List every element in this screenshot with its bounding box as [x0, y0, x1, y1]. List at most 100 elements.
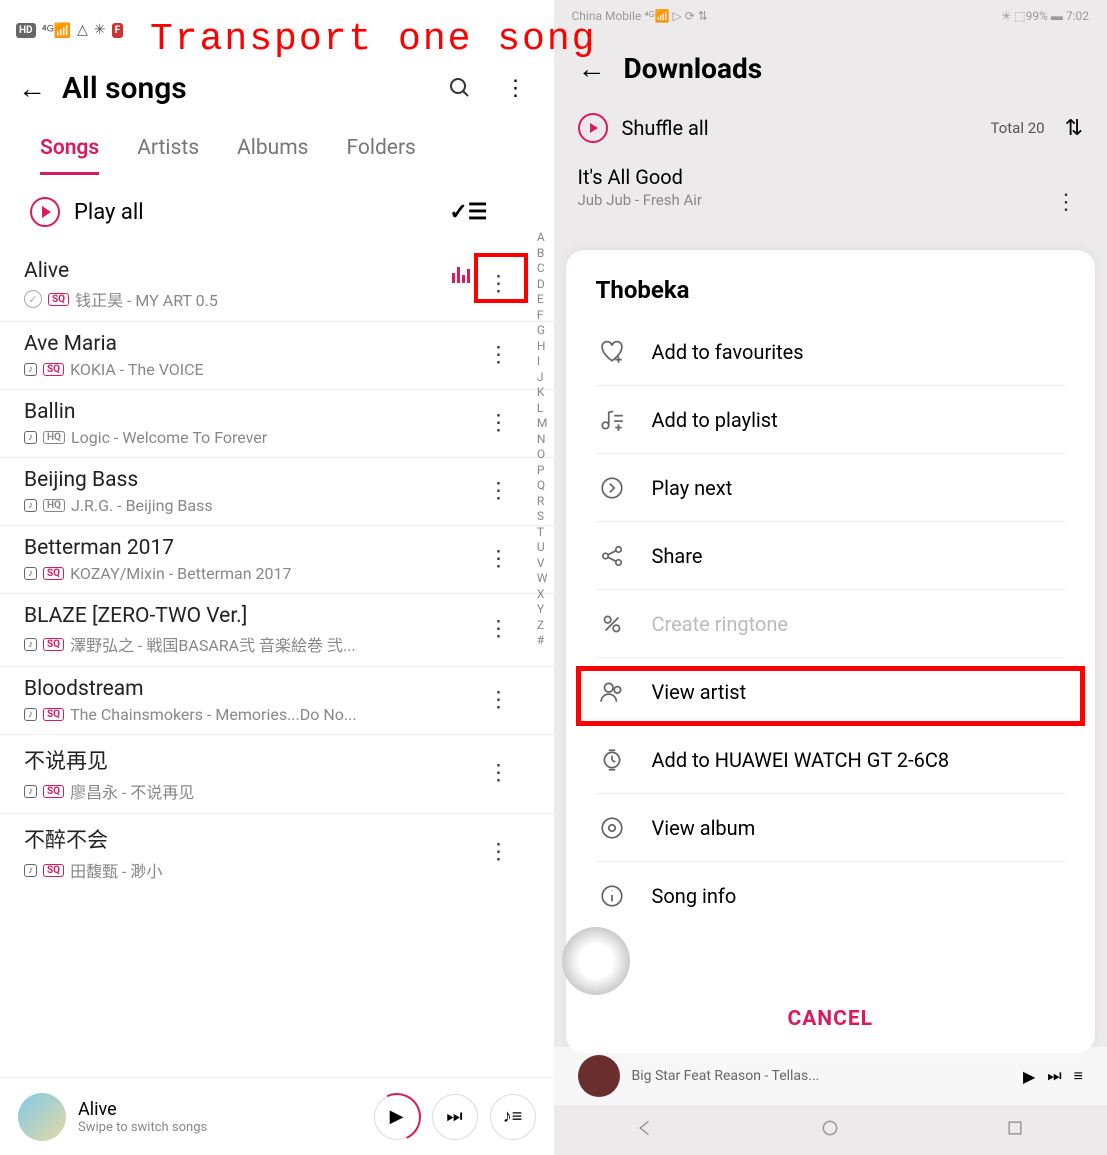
bg-song-more-icon[interactable]: ⋮ — [1055, 200, 1077, 207]
alpha-letter[interactable]: # — [537, 633, 548, 647]
alpha-letter[interactable]: Z — [537, 618, 548, 632]
sheet-item-watch[interactable]: Add to HUAWEI WATCH GT 2-6C8 — [596, 726, 1066, 794]
alpha-letter[interactable]: J — [537, 370, 548, 384]
now-playing-info: Alive Swipe to switch songs — [78, 1099, 362, 1135]
alpha-letter[interactable]: V — [537, 556, 548, 570]
tab-albums[interactable]: Albums — [237, 136, 308, 175]
alpha-letter[interactable]: K — [537, 385, 548, 399]
song-title: Ave Maria — [24, 332, 480, 356]
cancel-button[interactable]: CANCEL — [566, 985, 1096, 1053]
song-more-icon[interactable]: ⋮ — [488, 627, 510, 634]
signal-icon: ⁴ᴳ📶 — [42, 22, 72, 39]
sheet-item-ringtone: Create ringtone — [596, 590, 1066, 658]
sheet-item-playnext[interactable]: Play next — [596, 454, 1066, 522]
sd-badge: ♪ — [24, 864, 37, 877]
page-title: All songs — [62, 71, 187, 106]
next-button[interactable]: ⏭ — [432, 1094, 478, 1140]
alpha-letter[interactable]: G — [537, 323, 548, 337]
playlist-icon — [596, 404, 628, 436]
bg-song: It's All Good Jub Jub - Fresh Air — [554, 151, 1107, 229]
sd-badge: ♪ — [24, 499, 37, 512]
alpha-letter[interactable]: E — [537, 292, 548, 306]
song-more-icon[interactable]: ⋮ — [488, 771, 510, 778]
mini-player[interactable]: Big Star Feat Reason - Tellas... ▶ ⏭ ≡ — [554, 1047, 1107, 1105]
shuffle-play-icon[interactable] — [578, 113, 608, 143]
song-row[interactable]: 不醉不会 ♪ SQ 田馥甄 - 渺小 ⋮ — [0, 814, 554, 892]
mini-next-icon[interactable]: ⏭ — [1047, 1066, 1061, 1086]
song-row[interactable]: Ave Maria ♪ SQ KOKIA - The VOICE ⋮ — [0, 322, 554, 390]
song-row[interactable]: 不说再见 ♪ SQ 廖昌永 - 不说再见 ⋮ — [0, 735, 554, 814]
alpha-letter[interactable]: C — [537, 261, 548, 275]
song-more-icon[interactable]: ⋮ — [488, 352, 510, 359]
heart-icon — [596, 336, 628, 368]
song-more-icon[interactable]: ⋮ — [488, 488, 510, 495]
sheet-item-album[interactable]: View album — [596, 794, 1066, 862]
sheet-item-share[interactable]: Share — [596, 522, 1066, 590]
tab-folders[interactable]: Folders — [346, 136, 415, 175]
queue-button[interactable]: ♪≡ — [490, 1094, 536, 1140]
tabs: Songs Artists Albums Folders — [0, 116, 554, 175]
song-row[interactable]: Alive ✓ SQ 钱正昊 - MY ART 0.5 ⋮ — [0, 249, 554, 322]
song-title: BLAZE [ZERO-TWO Ver.] — [24, 604, 480, 628]
sheet-item-heart[interactable]: Add to favourites — [596, 318, 1066, 386]
song-title: Bloodstream — [24, 677, 480, 701]
now-playing-bar[interactable]: Alive Swipe to switch songs ▶ ⏭ ♪≡ — [0, 1077, 554, 1155]
alpha-letter[interactable]: X — [537, 587, 548, 601]
alpha-letter[interactable]: T — [537, 525, 548, 539]
now-playing-art — [18, 1093, 66, 1141]
shuffle-row[interactable]: Shuffle all Total 20 ⇅ — [554, 105, 1107, 151]
song-row[interactable]: Betterman 2017 ♪ SQ KOZAY/Mixin - Better… — [0, 526, 554, 594]
alpha-letter[interactable]: O — [537, 447, 548, 461]
nav-back-icon[interactable] — [636, 1118, 656, 1142]
play-icon[interactable] — [30, 197, 60, 227]
alpha-letter[interactable]: I — [537, 354, 548, 368]
alpha-letter[interactable]: L — [537, 401, 548, 415]
more-icon[interactable]: ⋮ — [496, 68, 536, 108]
alpha-letter[interactable]: R — [537, 494, 548, 508]
alpha-letter[interactable]: A — [537, 230, 548, 244]
verified-icon: ✓ — [24, 290, 42, 308]
tab-songs[interactable]: Songs — [40, 136, 99, 175]
time-label: 7:02 — [1066, 9, 1089, 23]
nav-recent-icon[interactable] — [1005, 1118, 1025, 1142]
alpha-letter[interactable]: N — [537, 432, 548, 446]
sheet-item-playlist[interactable]: Add to playlist — [596, 386, 1066, 454]
alpha-letter[interactable]: H — [537, 339, 548, 353]
song-row[interactable]: Bloodstream ♪ SQ The Chainsmokers - Memo… — [0, 667, 554, 735]
virtual-home-button[interactable] — [562, 927, 630, 995]
alpha-letter[interactable]: S — [537, 509, 548, 523]
alpha-letter[interactable]: Y — [537, 602, 548, 616]
back-icon[interactable]: ← — [18, 72, 46, 105]
alpha-letter[interactable]: F — [537, 308, 548, 322]
search-icon[interactable] — [440, 68, 480, 108]
alpha-letter[interactable]: W — [537, 571, 548, 585]
mini-play-icon[interactable]: ▶ — [1023, 1067, 1035, 1086]
alpha-letter[interactable]: B — [537, 246, 548, 260]
sd-badge: ♪ — [24, 638, 37, 651]
song-row[interactable]: BLAZE [ZERO-TWO Ver.] ♪ SQ 澤野弘之 - 戦国BASA… — [0, 594, 554, 667]
play-button[interactable]: ▶ — [374, 1094, 420, 1140]
info-icon — [596, 880, 628, 912]
alpha-letter[interactable]: Q — [537, 478, 548, 492]
alpha-letter[interactable]: M — [537, 416, 548, 430]
play-all-row[interactable]: Play all ✓☰ — [0, 175, 554, 249]
sd-badge: ♪ — [24, 567, 37, 580]
song-row[interactable]: Ballin ♪ HQ Logic - Welcome To Forever ⋮ — [0, 390, 554, 458]
alpha-index[interactable]: ABCDEFGHIJKLMNOPQRSTUVWXYZ# — [537, 230, 548, 647]
alpha-letter[interactable]: D — [537, 277, 548, 291]
song-more-icon[interactable]: ⋮ — [488, 850, 510, 857]
nav-home-icon[interactable] — [820, 1118, 840, 1142]
mini-queue-icon[interactable]: ≡ — [1074, 1066, 1083, 1086]
tab-artists[interactable]: Artists — [137, 136, 199, 175]
song-more-icon[interactable]: ⋮ — [488, 697, 510, 704]
alpha-letter[interactable]: P — [537, 463, 548, 477]
song-more-icon[interactable]: ⋮ — [488, 420, 510, 427]
multiselect-icon[interactable]: ✓☰ — [449, 200, 487, 225]
song-more-icon[interactable]: ⋮ — [488, 556, 510, 563]
song-row[interactable]: Beijing Bass ♪ HQ J.R.G. - Beijing Bass … — [0, 458, 554, 526]
sort-icon[interactable]: ⇅ — [1065, 116, 1083, 141]
sheet-item-info[interactable]: Song info — [596, 862, 1066, 930]
alpha-letter[interactable]: U — [537, 540, 548, 554]
hq-badge: HQ — [43, 431, 65, 444]
share-icon — [596, 540, 628, 572]
